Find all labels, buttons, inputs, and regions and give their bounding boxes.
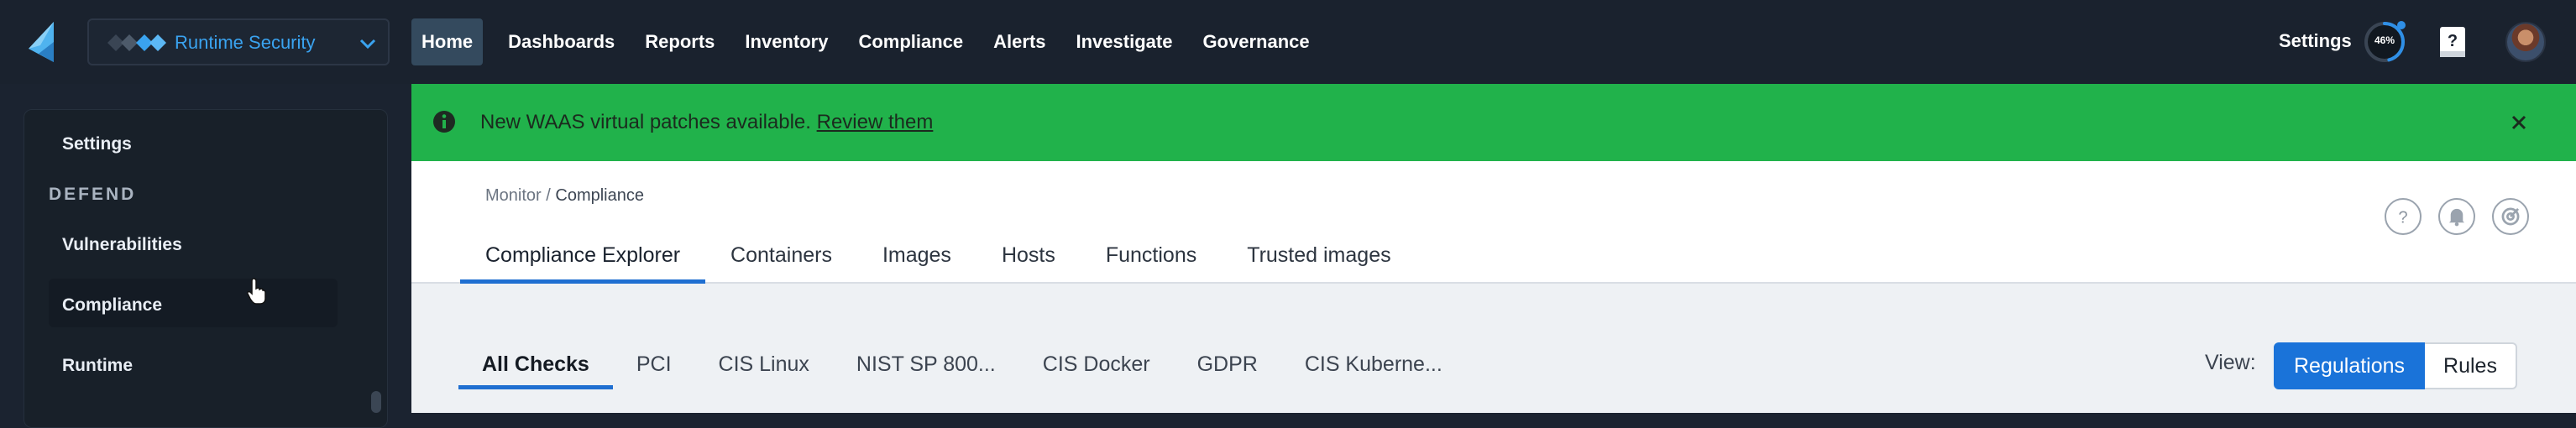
sidebar-item-compliance[interactable]: Compliance — [62, 295, 162, 316]
nav-home[interactable]: Home — [411, 18, 484, 65]
tab-compliance-explorer[interactable]: Compliance Explorer — [460, 227, 706, 284]
product-switcher[interactable]: Runtime Security — [87, 18, 390, 65]
nav-inventory[interactable]: Inventory — [730, 18, 843, 65]
compliance-subbar: All Checks PCI CIS Linux NIST SP 800... … — [411, 284, 2576, 413]
breadcrumb: Monitor / Compliance — [485, 186, 644, 206]
product-dots-icon — [107, 34, 166, 51]
radar-icon[interactable] — [2492, 198, 2529, 235]
mouse-cursor-icon — [247, 278, 266, 305]
view-toggle: Regulations Rules — [2274, 342, 2517, 389]
help-circle-icon[interactable]: ? — [2385, 198, 2422, 235]
regulation-tabs: All Checks PCI CIS Linux NIST SP 800... … — [458, 339, 1466, 389]
top-navigation-bar: Runtime Security Home Dashboards Reports… — [0, 0, 2576, 84]
page-header: Monitor / Compliance Compliance Explorer… — [411, 161, 2576, 284]
view-label: View: — [2205, 351, 2256, 374]
tab-images[interactable]: Images — [857, 227, 976, 284]
banner-review-link[interactable]: Review them — [817, 111, 934, 133]
subtab-pci[interactable]: PCI — [613, 339, 695, 389]
banner-text: New WAAS virtual patches available. — [480, 111, 811, 133]
subtab-cis-docker[interactable]: CIS Docker — [1019, 339, 1174, 389]
breadcrumb-parent[interactable]: Monitor / — [485, 186, 551, 205]
view-regulations-button[interactable]: Regulations — [2274, 342, 2426, 389]
tab-trusted-images[interactable]: Trusted images — [1222, 227, 1416, 284]
progress-ring-icon[interactable]: 46% — [2363, 20, 2406, 64]
page-tabs: Compliance Explorer Containers Images Ho… — [460, 227, 1416, 284]
sidebar-item-settings[interactable]: Settings — [62, 134, 132, 154]
svg-text:?: ? — [2448, 32, 2458, 50]
svg-text:?: ? — [2398, 208, 2407, 227]
nav-reports[interactable]: Reports — [630, 18, 730, 65]
bell-icon[interactable] — [2438, 198, 2475, 235]
logo-icon[interactable] — [25, 20, 67, 64]
subtab-all-checks[interactable]: All Checks — [458, 339, 613, 389]
progress-percent: 46% — [2374, 34, 2395, 46]
notification-banner: New WAAS virtual patches available. Revi… — [411, 84, 2576, 161]
help-book-icon[interactable]: ? — [2438, 25, 2467, 59]
breadcrumb-current: Compliance — [555, 186, 644, 205]
sidebar-panel — [24, 109, 388, 428]
subtab-cis-linux[interactable]: CIS Linux — [695, 339, 833, 389]
sidebar-scrollbar[interactable] — [371, 391, 381, 413]
info-icon — [433, 111, 455, 133]
close-icon[interactable] — [2509, 112, 2529, 133]
subtab-nist[interactable]: NIST SP 800... — [833, 339, 1019, 389]
subtab-gdpr[interactable]: GDPR — [1174, 339, 1281, 389]
tab-hosts[interactable]: Hosts — [976, 227, 1081, 284]
sidebar-item-vulnerabilities[interactable]: Vulnerabilities — [62, 235, 182, 255]
product-name: Runtime Security — [175, 32, 316, 53]
nav-dashboards[interactable]: Dashboards — [493, 18, 630, 65]
sidebar-item-runtime[interactable]: Runtime — [62, 356, 133, 376]
banner-message: New WAAS virtual patches available. Revi… — [480, 111, 933, 134]
nav-alerts[interactable]: Alerts — [978, 18, 1060, 65]
view-rules-button[interactable]: Rules — [2425, 342, 2517, 389]
sidebar-section-defend: DEFEND — [49, 185, 137, 204]
nav-investigate[interactable]: Investigate — [1061, 18, 1188, 65]
sidebar: Settings DEFEND Vulnerabilities Complian… — [0, 84, 411, 428]
settings-link[interactable]: Settings — [2279, 30, 2352, 52]
main-content: New WAAS virtual patches available. Revi… — [411, 84, 2576, 413]
nav-compliance[interactable]: Compliance — [843, 18, 978, 65]
main-nav: Home Dashboards Reports Inventory Compli… — [411, 18, 1325, 65]
nav-governance[interactable]: Governance — [1187, 18, 1324, 65]
chevron-down-icon — [359, 39, 376, 50]
avatar[interactable] — [2505, 22, 2546, 62]
tab-functions[interactable]: Functions — [1081, 227, 1222, 284]
subtab-cis-kubernetes[interactable]: CIS Kuberne... — [1281, 339, 1466, 389]
tab-containers[interactable]: Containers — [705, 227, 857, 284]
